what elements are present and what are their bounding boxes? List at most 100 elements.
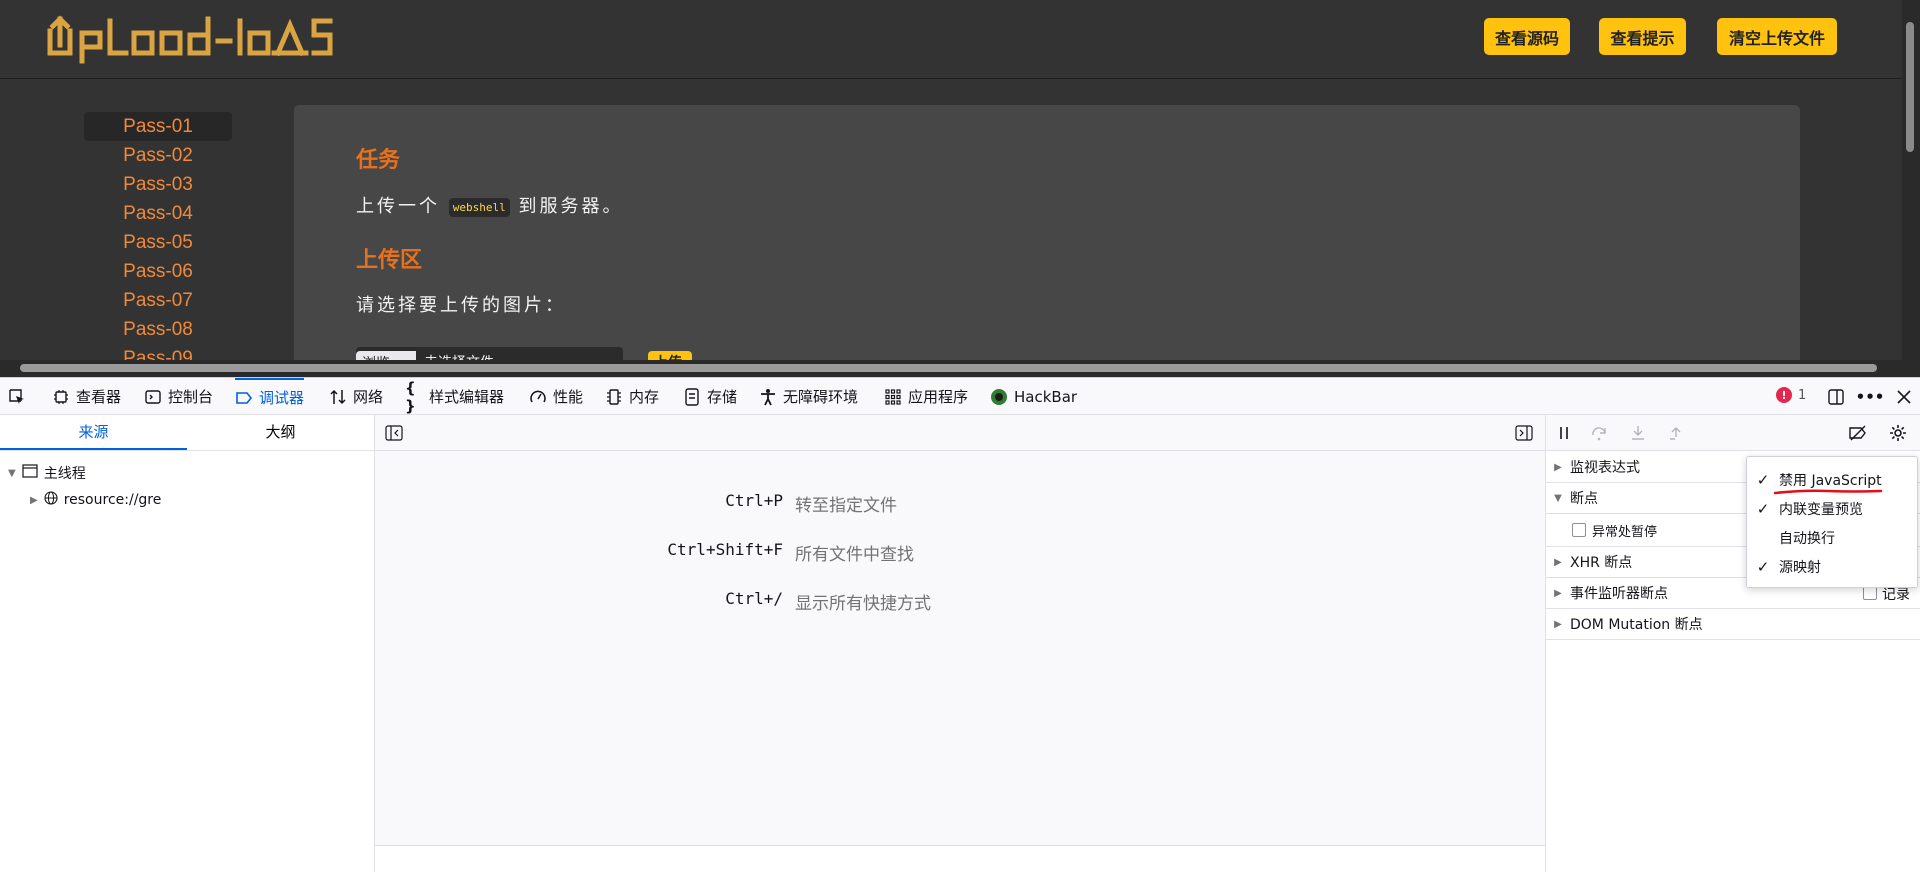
ellipsis-icon: ••• [1855, 387, 1885, 406]
section-label: 断点 [1570, 491, 1598, 507]
tab-storage-label: 存储 [707, 388, 738, 406]
nav-item-pass-05[interactable]: Pass-05 [84, 228, 232, 257]
nav-item-pass-08[interactable]: Pass-08 [84, 315, 232, 344]
globe-icon [44, 491, 58, 509]
memory-chip-icon [605, 388, 623, 406]
tab-memory[interactable]: 内存 [605, 378, 659, 415]
deactivate-breakpoints-icon[interactable] [1848, 423, 1868, 443]
menu-item-word-wrap[interactable]: 自动换行 [1747, 523, 1917, 552]
section-label: 事件监听器断点 [1570, 586, 1668, 602]
dock-icon [1827, 388, 1845, 406]
shortcut-key: Ctrl+Shift+F [667, 540, 783, 559]
dom-mutation-breakpoints-section[interactable]: ▶ DOM Mutation 断点 [1546, 609, 1920, 640]
clear-uploads-button[interactable]: 清空上传文件 [1717, 18, 1837, 55]
tab-network[interactable]: 网络 [329, 378, 383, 415]
tree-item-main-thread[interactable]: ▼ 主线程 [8, 463, 86, 483]
tree-item-resource[interactable]: ▶ resource://gre [30, 491, 161, 509]
close-icon [1895, 388, 1913, 406]
hackbar-icon [990, 388, 1008, 406]
menu-item-label: 自动换行 [1779, 530, 1835, 547]
collapsed-arrow-icon: ▶ [30, 494, 38, 506]
menu-item-inline-preview[interactable]: ✓ 内联变量预览 [1747, 494, 1917, 523]
tab-accessibility[interactable]: 无障碍环境 [759, 378, 858, 415]
nav-item-pass-02[interactable]: Pass-02 [84, 141, 232, 170]
shortcut-label: 显示所有快捷方式 [795, 594, 931, 614]
nav-item-pass-06[interactable]: Pass-06 [84, 257, 232, 286]
menu-item-label: 禁用 JavaScript [1779, 472, 1882, 489]
error-count-badge[interactable]: ! 1 [1776, 387, 1806, 403]
tab-outline[interactable]: 大纲 [187, 415, 374, 450]
tab-console[interactable]: 控制台 [144, 378, 213, 415]
editor-toolbar [375, 415, 1545, 451]
task-description: 上传一个 webshell 到服务器。 [356, 192, 623, 218]
pass-nav: Pass-01 Pass-02 Pass-03 Pass-04 Pass-05 … [84, 112, 232, 373]
editor-pane: Ctrl+P 转至指定文件 Ctrl+Shift+F 所有文件中查找 Ctrl+… [375, 415, 1545, 872]
step-in-icon[interactable] [1628, 423, 1648, 443]
tab-network-label: 网络 [353, 388, 384, 406]
pause-icon[interactable] [1554, 423, 1574, 443]
debugger-settings-menu: ✓ 禁用 JavaScript ✓ 内联变量预览 自动换行 ✓ 源映射 [1746, 456, 1918, 588]
gauge-icon [529, 388, 547, 406]
step-out-icon[interactable] [1666, 423, 1686, 443]
nav-item-pass-07[interactable]: Pass-07 [84, 286, 232, 315]
tab-style-editor-label: 样式编辑器 [429, 388, 505, 406]
vertical-scrollbar-thumb[interactable] [1906, 22, 1914, 152]
tab-performance[interactable]: 性能 [529, 378, 583, 415]
page-viewport: 查看源码 查看提示 清空上传文件 Pass-01 Pass-02 Pass-03… [0, 0, 1920, 377]
debugger-controls [1546, 415, 1920, 451]
pause-on-exceptions-checkbox[interactable] [1572, 523, 1586, 537]
expanded-arrow-icon: ▼ [8, 467, 16, 479]
gear-icon[interactable] [1888, 423, 1908, 443]
tab-application-label: 应用程序 [908, 388, 969, 406]
nav-item-pass-01[interactable]: Pass-01 [84, 112, 232, 141]
tab-hackbar[interactable]: HackBar [990, 378, 1077, 415]
shortcut-goto-file: Ctrl+P 转至指定文件 [375, 491, 897, 516]
section-label: 监视表达式 [1570, 460, 1640, 476]
shortcut-key: Ctrl+/ [725, 589, 783, 608]
menu-item-source-maps[interactable]: ✓ 源映射 [1747, 552, 1917, 581]
tab-inspector[interactable]: 查看器 [52, 378, 121, 415]
checkmark-icon: ✓ [1756, 557, 1770, 576]
more-options-button[interactable]: ••• [1855, 378, 1885, 415]
close-devtools-button[interactable] [1895, 378, 1913, 415]
editor-footer [375, 845, 1545, 872]
devtools-toolbar: 查看器 控制台 调试器 网络 { } 样式编辑器 性能 内存 存储 无障碍环境 … [0, 378, 1920, 415]
nav-item-pass-04[interactable]: Pass-04 [84, 199, 232, 228]
sources-pane: 来源 大纲 ▼ 主线程 ▶ resource://gre [0, 415, 375, 872]
checkmark-icon: ✓ [1756, 499, 1770, 518]
tab-storage[interactable]: 存储 [683, 378, 737, 415]
collapsed-arrow-icon: ▶ [1554, 556, 1562, 568]
tab-performance-label: 性能 [553, 388, 584, 406]
nav-item-pass-03[interactable]: Pass-03 [84, 170, 232, 199]
task-text-after: 到服务器。 [518, 196, 624, 217]
tree-item-label: resource://gre [63, 492, 162, 508]
debugger-icon [235, 389, 253, 407]
inspector-icon [52, 388, 70, 406]
log-events-checkbox[interactable] [1863, 586, 1877, 600]
view-hint-button[interactable]: 查看提示 [1599, 18, 1686, 55]
step-over-icon[interactable] [1590, 423, 1610, 443]
tab-hackbar-label: HackBar [1014, 387, 1078, 406]
storage-icon [683, 387, 701, 406]
toggle-debugger-panel-icon[interactable] [1515, 425, 1533, 445]
expanded-arrow-icon: ▼ [1554, 492, 1562, 504]
horizontal-scrollbar-thumb[interactable] [20, 364, 1877, 372]
error-count: 1 [1798, 387, 1807, 403]
tab-application[interactable]: 应用程序 [884, 378, 968, 415]
element-picker-button[interactable] [8, 378, 26, 415]
braces-icon: { } [405, 378, 416, 415]
error-icon: ! [1776, 387, 1792, 403]
toggle-sources-panel-icon[interactable] [385, 425, 403, 445]
tab-style-editor[interactable]: { } 样式编辑器 [405, 378, 504, 415]
tab-sources[interactable]: 来源 [0, 415, 187, 450]
site-header: 查看源码 查看提示 清空上传文件 [0, 0, 1902, 79]
dock-toggle-button[interactable] [1827, 378, 1845, 415]
shortcut-show-all: Ctrl+/ 显示所有快捷方式 [375, 589, 931, 614]
menu-item-disable-javascript[interactable]: ✓ 禁用 JavaScript [1747, 465, 1917, 495]
view-source-button[interactable]: 查看源码 [1484, 18, 1570, 55]
shortcut-label: 转至指定文件 [795, 496, 897, 516]
tab-debugger[interactable]: 调试器 [235, 378, 305, 415]
upload-prompt: 请选择要上传的图片： [356, 295, 566, 316]
shortcut-label: 所有文件中查找 [795, 545, 914, 565]
devtools-panel: 查看器 控制台 调试器 网络 { } 样式编辑器 性能 内存 存储 无障碍环境 … [0, 377, 1920, 872]
